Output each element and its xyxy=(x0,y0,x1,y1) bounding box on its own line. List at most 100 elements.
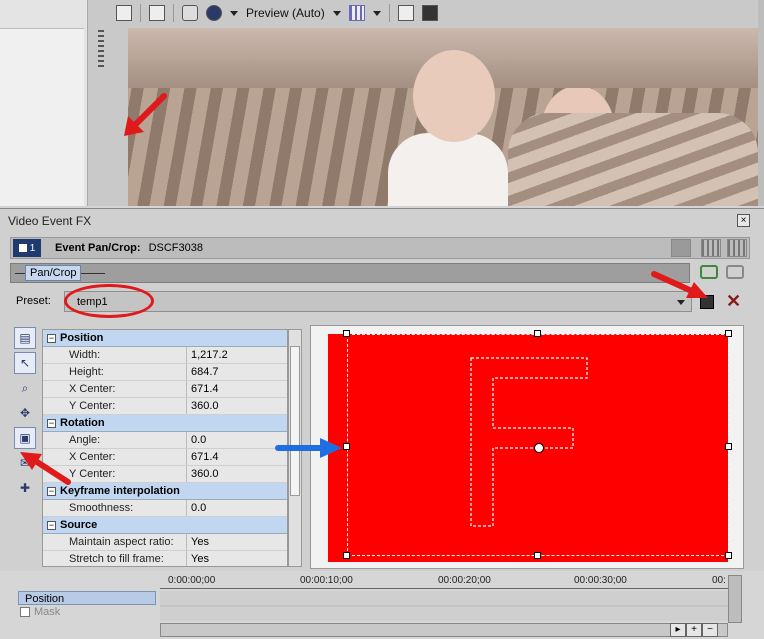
crop-handle-top-left[interactable] xyxy=(343,330,350,337)
split-screen-icon[interactable] xyxy=(182,5,198,21)
layout-view-1-button[interactable] xyxy=(671,239,691,257)
property-row[interactable]: X Center: 671.4 xyxy=(43,449,287,466)
crop-center-handle[interactable] xyxy=(534,443,544,453)
category-title: Position xyxy=(60,332,104,344)
timeline-tracks[interactable] xyxy=(160,591,728,621)
crop-handle-left[interactable] xyxy=(343,443,350,450)
property-row[interactable]: Angle: 0.0 xyxy=(43,432,287,449)
preset-combobox[interactable]: temp1 xyxy=(64,291,692,312)
timeline-vertical-scrollbar[interactable] xyxy=(728,575,742,623)
category-title: Keyframe interpolation xyxy=(60,485,180,497)
move-tool-icon[interactable]: ✥ xyxy=(14,402,36,424)
baby-head xyxy=(413,50,495,142)
preview-toolbar: Preview (Auto) xyxy=(110,0,758,26)
crop-handle-top[interactable] xyxy=(534,330,541,337)
category-title: Source xyxy=(60,519,98,531)
center-crop-icon[interactable]: ▣ xyxy=(14,427,36,449)
plugin-chain-icon[interactable] xyxy=(700,265,718,279)
crop-handle-bottom[interactable] xyxy=(534,552,541,559)
monitor-icon[interactable] xyxy=(149,5,165,21)
track-mask[interactable]: Mask xyxy=(18,605,156,619)
property-value[interactable]: 360.0 xyxy=(187,466,287,482)
property-key: X Center: xyxy=(43,381,187,397)
property-value[interactable]: 0.0 xyxy=(187,500,287,516)
collapse-icon[interactable]: − xyxy=(47,333,56,343)
property-value[interactable]: Yes xyxy=(187,534,287,550)
timeline-tick-label: 0:00:00;00 xyxy=(168,575,216,586)
property-row[interactable]: Smoothness: 0.0 xyxy=(43,500,287,517)
zoom-out-button[interactable]: − xyxy=(702,623,718,637)
crop-handle-bottom-right[interactable] xyxy=(725,552,732,559)
property-row[interactable]: Stretch to fill frame: Yes xyxy=(43,551,287,566)
toolbar-separator xyxy=(140,4,141,22)
delete-preset-icon[interactable]: ✕ xyxy=(726,291,741,311)
layout-view-2-button[interactable] xyxy=(701,239,721,257)
toolbar-grip-handle[interactable] xyxy=(98,30,104,70)
property-row[interactable]: Height: 684.7 xyxy=(43,364,287,381)
show-properties-icon[interactable]: ▤ xyxy=(14,327,36,349)
collapse-icon[interactable]: − xyxy=(47,486,56,496)
category-keyframe-interpolation[interactable]: − Keyframe interpolation xyxy=(43,483,287,500)
property-key: Height: xyxy=(43,364,187,380)
grid-dropdown-arrow-icon[interactable] xyxy=(372,10,381,16)
properties-grid: − Position Width: 1,217.2 Height: 684.7 X Cen… xyxy=(42,329,288,567)
dialog-close-button[interactable]: × xyxy=(737,214,750,227)
save-snapshot-icon[interactable] xyxy=(421,5,438,21)
copy-snapshot-icon[interactable] xyxy=(397,5,414,21)
overlay-dropdown-arrow-icon[interactable] xyxy=(230,10,238,16)
zoom-in-button[interactable]: + xyxy=(686,623,702,637)
event-label: Event Pan/Crop: xyxy=(55,242,141,254)
zoom-tool-icon[interactable]: ⌕ xyxy=(14,377,36,399)
preview-scrollbar[interactable] xyxy=(758,0,764,206)
scroll-right-button[interactable]: ▸ xyxy=(670,623,686,637)
overlay-icon[interactable] xyxy=(206,5,222,21)
crop-handle-bottom-left[interactable] xyxy=(343,552,350,559)
property-value[interactable]: 684.7 xyxy=(187,364,287,380)
preview-quality-chevron-down-icon[interactable] xyxy=(332,10,341,16)
property-value[interactable]: Yes xyxy=(187,551,287,566)
preview-quality-dropdown[interactable]: Preview (Auto) xyxy=(246,6,325,20)
crop-handle-right[interactable] xyxy=(725,443,732,450)
property-key: X Center: xyxy=(43,449,187,465)
property-value[interactable]: 0.0 xyxy=(187,432,287,448)
timeline-tick-label: 00: xyxy=(712,575,726,586)
property-value[interactable]: 671.4 xyxy=(187,449,287,465)
property-value[interactable]: 360.0 xyxy=(187,398,287,414)
property-value[interactable]: 671.4 xyxy=(187,381,287,397)
properties-scroll-thumb[interactable] xyxy=(290,346,300,496)
property-row[interactable]: Y Center: 360.0 xyxy=(43,466,287,483)
layout-view-3-button[interactable] xyxy=(727,239,747,257)
toolbar-separator xyxy=(388,4,390,22)
property-row[interactable]: Width: 1,217.2 xyxy=(43,347,287,364)
property-row[interactable]: Maintain aspect ratio: Yes xyxy=(43,534,287,551)
baby-body xyxy=(388,133,508,206)
normal-edit-tool-icon[interactable]: ↖ xyxy=(14,352,36,374)
timeline-ruler[interactable]: 0:00:00;00 00:00:10;00 00:00:20;00 00:00:30… xyxy=(160,575,728,589)
property-row[interactable]: X Center: 671.4 xyxy=(43,381,287,398)
lock-aspect-icon[interactable]: ✚ xyxy=(14,477,36,499)
move-freely-icon[interactable]: ✉ xyxy=(14,452,36,474)
category-rotation[interactable]: − Rotation xyxy=(43,415,287,432)
preset-chevron-down-icon[interactable] xyxy=(677,300,685,305)
rotation-rows: Angle: 0.0 X Center: 671.4 Y Center: 360.0 xyxy=(43,432,287,483)
save-preset-icon[interactable] xyxy=(700,295,714,309)
crop-handle-top-right[interactable] xyxy=(725,330,732,337)
remove-plugin-icon[interactable] xyxy=(726,265,744,279)
properties-icon[interactable] xyxy=(116,5,132,21)
category-position[interactable]: − Position xyxy=(43,330,287,347)
properties-scrollbar[interactable] xyxy=(288,329,302,567)
pan-crop-workspace[interactable] xyxy=(310,325,744,569)
track-position[interactable]: Position xyxy=(18,591,156,605)
grid-icon[interactable] xyxy=(348,5,365,21)
plugin-chain-tab-pan-crop[interactable]: Pan/Crop xyxy=(25,265,82,281)
timeline-scrollbar[interactable] xyxy=(160,623,728,637)
video-preview-area: Preview (Auto) xyxy=(0,0,764,206)
mask-checkbox[interactable] xyxy=(20,607,30,617)
collapse-icon[interactable]: − xyxy=(47,418,56,428)
property-row[interactable]: Y Center: 360.0 xyxy=(43,398,287,415)
property-value[interactable]: 1,217.2 xyxy=(187,347,287,363)
timeline-navigation: ▸ + − xyxy=(670,623,718,637)
source-rows: Maintain aspect ratio: Yes Stretch to fill… xyxy=(43,534,287,566)
collapse-icon[interactable]: − xyxy=(47,520,56,530)
category-source[interactable]: − Source xyxy=(43,517,287,534)
